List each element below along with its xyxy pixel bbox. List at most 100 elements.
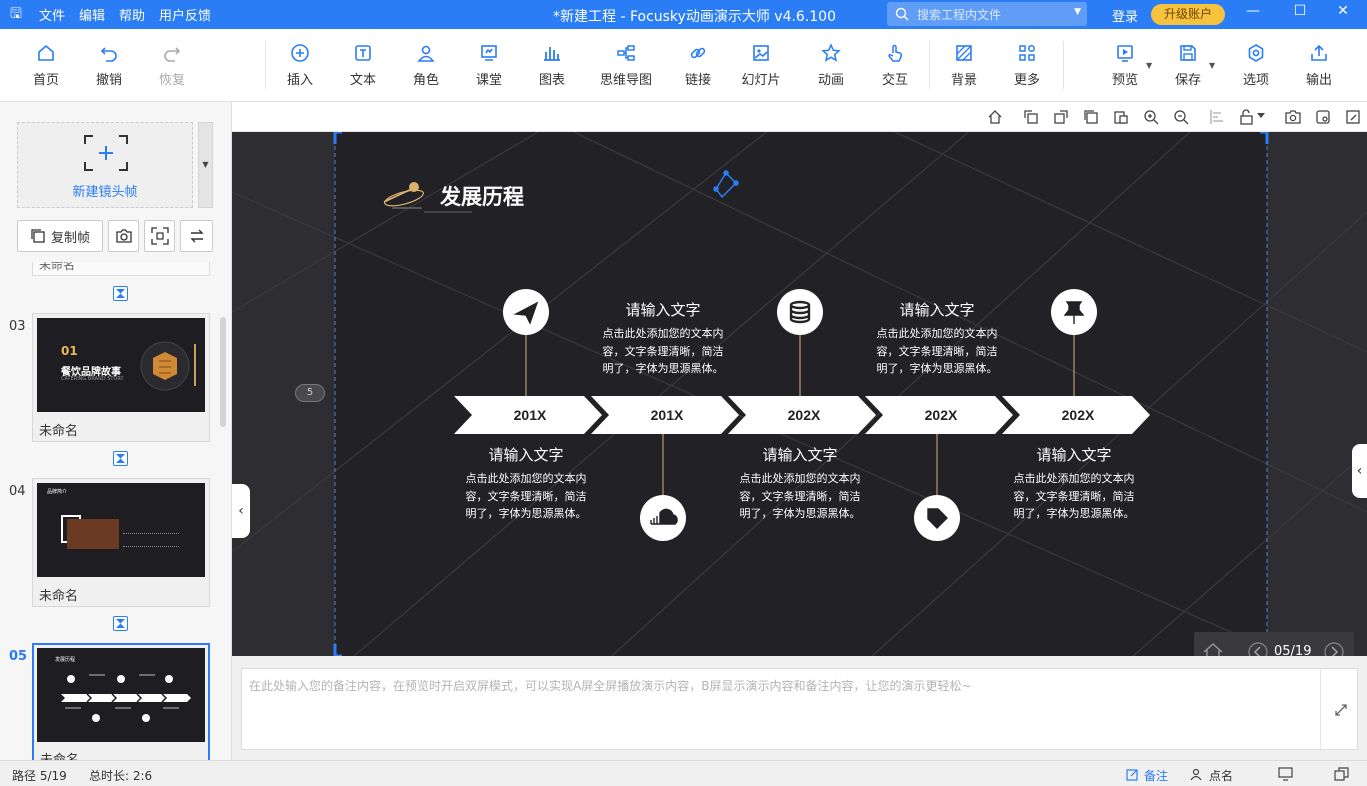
timeline-body[interactable]: 点击此处添加您的文本内 容，文字条理清晰，简洁 明了，字体为思源黑体。 bbox=[1009, 470, 1139, 523]
paste-element-icon[interactable] bbox=[1113, 109, 1129, 125]
slide-name: 未命名 bbox=[39, 262, 76, 272]
rotate-right-icon[interactable] bbox=[1053, 109, 1069, 125]
background-button[interactable]: 背景 bbox=[934, 43, 994, 88]
home-button[interactable]: 首页 bbox=[16, 43, 76, 88]
slide-name[interactable]: 未命名 bbox=[39, 585, 78, 604]
slide-thumb-active[interactable]: 发展历程 未命名 bbox=[32, 643, 210, 760]
transition-icon[interactable] bbox=[113, 286, 128, 301]
window-title: *新建工程 - Focusky动画演示大师 v4.6.100 bbox=[553, 9, 837, 25]
class-button[interactable]: 课堂 bbox=[459, 43, 519, 88]
app-logo-icon[interactable]: 🖫 bbox=[0, 3, 32, 27]
lock-dropdown-icon[interactable] bbox=[1257, 113, 1265, 119]
copy-element-icon[interactable] bbox=[1083, 109, 1099, 125]
timeline-heading[interactable]: 请输入文字 bbox=[456, 444, 596, 465]
interact-button[interactable]: 交互 bbox=[865, 43, 925, 88]
export-button[interactable]: 输出 bbox=[1289, 43, 1349, 88]
preview-dropdown-icon[interactable]: ▼ bbox=[1146, 61, 1152, 70]
zoom-out-icon[interactable] bbox=[1173, 109, 1189, 125]
role-button[interactable]: 角色 bbox=[396, 43, 456, 88]
slide-name[interactable]: 未命名 bbox=[40, 749, 79, 760]
sidebar-scrollbar[interactable] bbox=[220, 317, 226, 427]
slide-stage[interactable]: 发展历程 5 201X 201X 202X 202X 202X 请输入文字 点击此处添加您… bbox=[232, 132, 1367, 656]
align-icon[interactable] bbox=[1209, 109, 1225, 125]
link-icon bbox=[690, 47, 706, 59]
animation-button[interactable]: 动画 bbox=[801, 43, 861, 88]
menu-help[interactable]: 帮助 bbox=[112, 5, 152, 24]
transition-icon[interactable] bbox=[113, 616, 128, 631]
notes-expand-button[interactable] bbox=[1320, 669, 1359, 751]
camera-button[interactable] bbox=[108, 220, 139, 252]
home-nav-icon[interactable] bbox=[1202, 642, 1224, 656]
close-icon[interactable]: ✕ bbox=[1333, 3, 1353, 19]
maximize-icon[interactable]: ☐ bbox=[1290, 3, 1310, 19]
undo-button[interactable]: 撤销 bbox=[79, 43, 139, 88]
timeline-year: 201X bbox=[651, 407, 684, 423]
notes-toggle[interactable]: 备注 bbox=[1144, 767, 1168, 784]
prev-slide-icon[interactable] bbox=[1248, 642, 1268, 656]
toolbar-divider bbox=[265, 41, 266, 89]
window-mode-icon[interactable] bbox=[1334, 767, 1349, 781]
more-button[interactable]: 更多 bbox=[997, 43, 1057, 88]
chart-button[interactable]: 图表 bbox=[522, 43, 582, 88]
notes-placeholder: 在此处输入您的备注内容，在预览时开启双屏模式，可以实现A屏全屏播放演示内容，B屏… bbox=[249, 679, 972, 693]
timeline-body-line: 容，文字条理清晰，简洁 bbox=[1013, 489, 1135, 503]
login-link[interactable]: 登录 bbox=[1112, 6, 1138, 25]
timeline-heading[interactable]: 请输入文字 bbox=[593, 299, 733, 320]
next-slide-icon[interactable] bbox=[1324, 642, 1344, 656]
animation-label: 动画 bbox=[817, 73, 844, 88]
options-button[interactable]: 选项 bbox=[1226, 43, 1286, 88]
slide-thumb-previous[interactable]: 未命名 bbox=[32, 262, 210, 276]
mindmap-button[interactable]: 思维导图 bbox=[590, 43, 662, 88]
timeline-body[interactable]: 点击此处添加您的文本内 容，文字条理清晰，简洁 明了，字体为思源黑体。 bbox=[598, 325, 728, 378]
slide-thumb[interactable]: 品牌简介 未命名 bbox=[32, 478, 210, 607]
collapse-left-icon[interactable]: ‹ bbox=[232, 484, 250, 538]
zoom-in-icon[interactable] bbox=[1143, 109, 1159, 125]
slide-thumb-image: 品牌简介 bbox=[37, 483, 205, 577]
lock-icon[interactable] bbox=[1239, 109, 1255, 125]
timeline-body[interactable]: 点击此处添加您的文本内 容，文字条理清晰，简洁 明了，字体为思源黑体。 bbox=[735, 470, 865, 523]
slide-thumb[interactable]: 01 餐饮品牌故事 CATERING BRAND STORY 未命名 bbox=[32, 313, 210, 442]
timeline-heading[interactable]: 请输入文字 bbox=[867, 299, 1007, 320]
edit-frame-icon[interactable] bbox=[1345, 109, 1361, 125]
home-view-icon[interactable] bbox=[987, 109, 1003, 125]
copy-frame-button[interactable]: 复制帧 bbox=[17, 220, 103, 252]
rollcall-toggle[interactable]: 点名 bbox=[1209, 767, 1233, 784]
collapse-right-icon[interactable]: ‹ bbox=[1352, 444, 1367, 498]
timeline-body-line: 点击此处添加您的文本内 bbox=[602, 327, 724, 340]
text-button[interactable]: 文本 bbox=[333, 43, 393, 88]
slide-button[interactable]: 幻灯片 bbox=[731, 43, 791, 88]
timeline-body-line: 容，文字条理清晰，简洁 bbox=[465, 489, 587, 503]
home-label: 首页 bbox=[32, 73, 59, 88]
notes-input[interactable]: 在此处输入您的备注内容，在预览时开启双屏模式，可以实现A屏全屏播放演示内容，B屏… bbox=[241, 668, 1359, 751]
mindmap-label: 思维导图 bbox=[599, 73, 652, 88]
screenshot-icon[interactable] bbox=[1285, 109, 1301, 125]
new-frame-dropdown-icon[interactable]: ▼ bbox=[198, 122, 213, 208]
swap-button[interactable] bbox=[180, 220, 213, 252]
menu-file[interactable]: 文件 bbox=[32, 5, 72, 24]
play-icon bbox=[1117, 45, 1133, 62]
minimize-icon[interactable]: — bbox=[1243, 3, 1263, 19]
insert-button[interactable]: 插入 bbox=[270, 43, 330, 88]
text-label: 文本 bbox=[349, 73, 376, 88]
plus-circle-icon bbox=[291, 44, 309, 62]
upgrade-button[interactable]: 升级账户 bbox=[1151, 4, 1225, 25]
timeline-heading[interactable]: 请输入文字 bbox=[730, 444, 870, 465]
menu-edit[interactable]: 编辑 bbox=[72, 5, 112, 24]
search-dropdown-icon[interactable]: ▼ bbox=[1074, 7, 1081, 17]
timeline-heading[interactable]: 请输入文字 bbox=[1004, 444, 1144, 465]
redo-button[interactable]: 恢复 bbox=[142, 43, 202, 88]
rotate-left-icon[interactable] bbox=[1023, 109, 1039, 125]
new-frame-button[interactable]: 新建镜头帧 bbox=[17, 122, 193, 208]
timeline-body[interactable]: 点击此处添加您的文本内 容，文字条理清晰，简洁 明了，字体为思源黑体。 bbox=[872, 325, 1002, 378]
link-button[interactable]: 链接 bbox=[668, 43, 728, 88]
fit-frame-button[interactable] bbox=[144, 220, 175, 252]
transition-icon[interactable] bbox=[113, 451, 128, 466]
frame-settings-icon[interactable] bbox=[1315, 109, 1331, 125]
menu-feedback[interactable]: 用户反馈 bbox=[152, 5, 218, 24]
timeline-body[interactable]: 点击此处添加您的文本内 容，文字条理清晰，简洁 明了，字体为思源黑体。 bbox=[461, 470, 591, 523]
present-screen-icon[interactable] bbox=[1278, 767, 1293, 781]
waffle-plate-icon bbox=[140, 341, 196, 391]
search-input[interactable]: 搜索工程内文件 ▼ bbox=[887, 2, 1087, 26]
slide-name[interactable]: 未命名 bbox=[39, 420, 78, 439]
save-dropdown-icon[interactable]: ▼ bbox=[1209, 61, 1215, 70]
